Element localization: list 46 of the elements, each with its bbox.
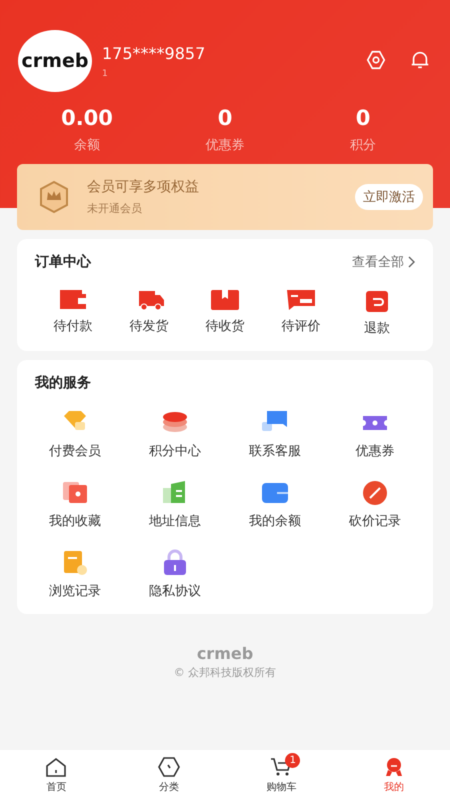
order-status-label[interactable]: 待评价 <box>282 317 320 335</box>
cart-icon <box>270 756 292 776</box>
service-label[interactable]: 隐私协议 <box>149 582 201 600</box>
wallet-icon <box>58 287 88 311</box>
stat-value: 0 <box>356 106 370 130</box>
section-title: 我的服务 <box>35 374 91 392</box>
service-label[interactable]: 地址信息 <box>149 512 201 530</box>
activate-button[interactable]: 立即激活 <box>355 184 423 210</box>
home-icon <box>45 756 68 776</box>
crown-badge-icon <box>37 180 71 214</box>
membership-subtitle: 未开通会员 <box>87 201 143 216</box>
service-label[interactable]: 优惠券 <box>356 442 394 460</box>
service-label[interactable]: 联系客服 <box>249 442 301 460</box>
discount-icon <box>360 478 390 506</box>
avatar-logo: crmeb <box>18 30 92 92</box>
service-label[interactable]: 付费会员 <box>49 442 101 460</box>
hexagon-icon <box>158 756 180 776</box>
copyright-text: © 众邦科技版权所有 <box>174 665 276 680</box>
service-label[interactable]: 积分中心 <box>149 442 201 460</box>
service-label[interactable]: 砍价记录 <box>349 512 401 530</box>
service-label[interactable]: 我的收藏 <box>49 512 101 530</box>
cart-count-badge: 1 <box>285 753 300 768</box>
order-status-label[interactable]: 待付款 <box>54 317 92 335</box>
section-title: 订单中心 <box>35 253 91 271</box>
stat-label: 余额 <box>74 137 100 154</box>
tab-item[interactable]: 首页 <box>0 750 112 800</box>
chevron-right-icon <box>407 256 415 268</box>
order-status-label[interactable]: 待发货 <box>130 317 168 335</box>
tab-item[interactable]: 我的 <box>338 750 450 800</box>
stat-value: 0 <box>218 106 232 130</box>
stat-value: 0.00 <box>61 106 113 130</box>
comment-icon <box>286 287 316 311</box>
order-status-label[interactable]: 待收货 <box>206 317 244 335</box>
phone-number: 175****9857 <box>102 44 206 62</box>
footer-logo: crmeb <box>196 644 254 663</box>
tab-item[interactable]: 分类 <box>112 750 225 800</box>
membership-title: 会员可享多项权益 <box>87 178 200 196</box>
service-label[interactable]: 我的余额 <box>249 512 301 530</box>
tab-item[interactable]: 购物车 1 <box>225 750 338 800</box>
view-all-link[interactable]: 查看全部 <box>352 253 415 271</box>
order-status-label[interactable]: 退款 <box>364 319 390 337</box>
box-icon <box>210 287 240 311</box>
user-subtitle: 1 <box>102 68 109 78</box>
stat-label: 优惠券 <box>206 137 244 154</box>
stat-label: 积分 <box>350 137 376 154</box>
service-label[interactable]: 浏览记录 <box>49 582 101 600</box>
